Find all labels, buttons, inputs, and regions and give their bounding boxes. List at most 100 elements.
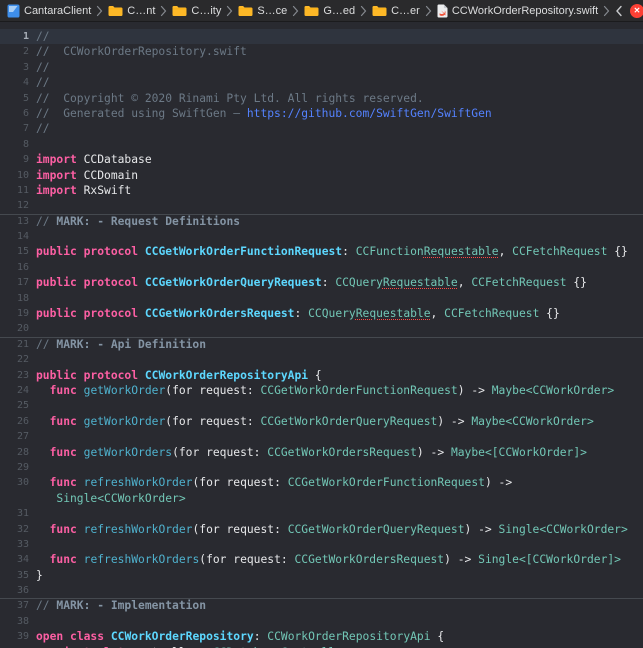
code-line[interactable]: 23public protocol CCWorkOrderRepositoryA… <box>0 368 643 383</box>
line-number[interactable]: 7 <box>0 121 36 136</box>
code-line[interactable]: 19public protocol CCGetWorkOrdersRequest… <box>0 306 643 321</box>
code-line[interactable]: 11import RxSwift <box>0 183 643 198</box>
line-number[interactable]: 23 <box>0 368 36 383</box>
breadcrumb-item[interactable]: C…nt <box>108 5 155 17</box>
code-line[interactable]: 1// <box>0 29 643 44</box>
line-number[interactable]: 13 <box>0 214 36 229</box>
line-number[interactable]: 20 <box>0 321 36 336</box>
code-line[interactable]: 27 <box>0 429 643 444</box>
line-number[interactable]: 35 <box>0 568 36 583</box>
line-number[interactable]: 31 <box>0 506 36 521</box>
code-token: (for request: <box>192 476 287 489</box>
line-number[interactable]: 32 <box>0 522 36 537</box>
code-line[interactable]: 3// <box>0 60 643 75</box>
line-number[interactable]: 18 <box>0 291 36 306</box>
code-line[interactable]: 2// CCWorkOrderRepository.swift <box>0 44 643 59</box>
code-line[interactable]: 6// Generated using SwiftGen — https://g… <box>0 106 643 121</box>
code-line[interactable]: 4// <box>0 75 643 90</box>
breadcrumb-item[interactable]: G…ed <box>304 5 355 17</box>
code-line[interactable]: Single<CCWorkOrder> <box>0 491 643 506</box>
code-line[interactable]: 28 func getWorkOrders(for request: CCGet… <box>0 445 643 460</box>
code-line[interactable]: 35} <box>0 568 643 583</box>
code-line[interactable]: 32 func refreshWorkOrder(for request: CC… <box>0 522 643 537</box>
line-number[interactable]: 30 <box>0 475 36 490</box>
line-number[interactable]: 3 <box>0 60 36 75</box>
code-line[interactable]: 21// MARK: - Api Definition <box>0 337 643 352</box>
line-number[interactable]: 9 <box>0 152 36 167</box>
code-line[interactable]: 34 func refreshWorkOrders(for request: C… <box>0 552 643 567</box>
line-number[interactable]: 26 <box>0 414 36 429</box>
line-number[interactable]: 1 <box>0 29 36 44</box>
code-line[interactable]: 5// Copyright © 2020 Rinami Pty Ltd. All… <box>0 91 643 106</box>
code-line[interactable]: 25 <box>0 398 643 413</box>
line-number[interactable]: 38 <box>0 614 36 629</box>
line-number[interactable]: 29 <box>0 460 36 475</box>
code-line[interactable]: 24 func getWorkOrder(for request: CCGetW… <box>0 383 643 398</box>
code-token: protocol <box>84 369 138 382</box>
code-line[interactable]: 9import CCDatabase <box>0 152 643 167</box>
code-line[interactable]: 16 <box>0 260 643 275</box>
error-badge[interactable]: ✕ <box>630 4 643 18</box>
code-line[interactable]: 20 <box>0 321 643 336</box>
code-line[interactable]: 38 <box>0 614 643 629</box>
code-line[interactable]: 18 <box>0 291 643 306</box>
line-number[interactable]: 12 <box>0 198 36 213</box>
line-number[interactable]: 39 <box>0 629 36 644</box>
line-number[interactable]: 11 <box>0 183 36 198</box>
line-number[interactable]: 15 <box>0 244 36 259</box>
code-line[interactable]: 15public protocol CCGetWorkOrderFunction… <box>0 244 643 259</box>
code-line[interactable]: 26 func getWorkOrder(for request: CCGetW… <box>0 414 643 429</box>
code-line[interactable]: 40 private let controller: CCDatabaseCon… <box>0 645 643 648</box>
line-number[interactable]: 34 <box>0 552 36 567</box>
code-line[interactable]: 36 <box>0 583 643 598</box>
line-number[interactable]: 5 <box>0 91 36 106</box>
chevron-left-icon[interactable] <box>615 5 623 17</box>
code-line[interactable]: 29 <box>0 460 643 475</box>
breadcrumb-item[interactable]: CantaraClient <box>7 4 91 18</box>
line-number[interactable]: 4 <box>0 75 36 90</box>
line-number[interactable]: 22 <box>0 352 36 367</box>
line-number[interactable]: 25 <box>0 398 36 413</box>
line-number[interactable]: 10 <box>0 168 36 183</box>
breadcrumb-item[interactable]: S…ce <box>238 5 287 17</box>
code-line[interactable]: 22 <box>0 352 643 367</box>
code-editor[interactable]: 1//2// CCWorkOrderRepository.swift3//4//… <box>0 22 643 648</box>
line-number[interactable]: 2 <box>0 44 36 59</box>
code-line[interactable]: 13// MARK: - Request Definitions <box>0 214 643 229</box>
breadcrumb-item[interactable]: CCWorkOrderRepository.swift <box>437 4 598 18</box>
line-number[interactable]: 17 <box>0 275 36 290</box>
line-number[interactable]: 21 <box>0 337 36 352</box>
code-line[interactable]: 10import CCDomain <box>0 168 643 183</box>
code-line[interactable]: 17public protocol CCGetWorkOrderQueryReq… <box>0 275 643 290</box>
line-number[interactable]: 28 <box>0 445 36 460</box>
line-number[interactable]: 24 <box>0 383 36 398</box>
code-line[interactable]: 7// <box>0 121 643 136</box>
code-line[interactable]: 8 <box>0 137 643 152</box>
code-line[interactable]: 37// MARK: - Implementation <box>0 598 643 613</box>
code-line[interactable]: 14 <box>0 229 643 244</box>
line-number[interactable] <box>0 491 36 506</box>
line-number[interactable]: 16 <box>0 260 36 275</box>
line-number[interactable]: 36 <box>0 583 36 598</box>
line-number[interactable]: 14 <box>0 229 36 244</box>
breadcrumb-item[interactable]: C…ity <box>172 5 221 17</box>
code-token: CCGetWorkOrderFunctionRequest <box>260 384 457 397</box>
code-line[interactable]: 12 <box>0 198 643 213</box>
code-token: ) -> <box>417 446 451 459</box>
line-number[interactable]: 37 <box>0 598 36 613</box>
code-line[interactable]: 39open class CCWorkOrderRepository: CCWo… <box>0 629 643 644</box>
breadcrumb-item[interactable]: C…er <box>372 5 420 17</box>
code-token: CCWorkOrderRepositoryApi <box>267 630 430 643</box>
code-line[interactable]: 31 <box>0 506 643 521</box>
line-number[interactable]: 27 <box>0 429 36 444</box>
line-number[interactable]: 40 <box>0 645 36 648</box>
line-number[interactable]: 19 <box>0 306 36 321</box>
code-token: // <box>36 215 56 228</box>
code-content: import RxSwift <box>36 183 643 198</box>
line-number[interactable]: 6 <box>0 106 36 121</box>
line-number[interactable]: 33 <box>0 537 36 552</box>
code-line[interactable]: 30 func refreshWorkOrder(for request: CC… <box>0 475 643 490</box>
code-line[interactable]: 33 <box>0 537 643 552</box>
line-number[interactable]: 8 <box>0 137 36 152</box>
code-token: Single<CCWorkOrder> <box>499 523 628 536</box>
